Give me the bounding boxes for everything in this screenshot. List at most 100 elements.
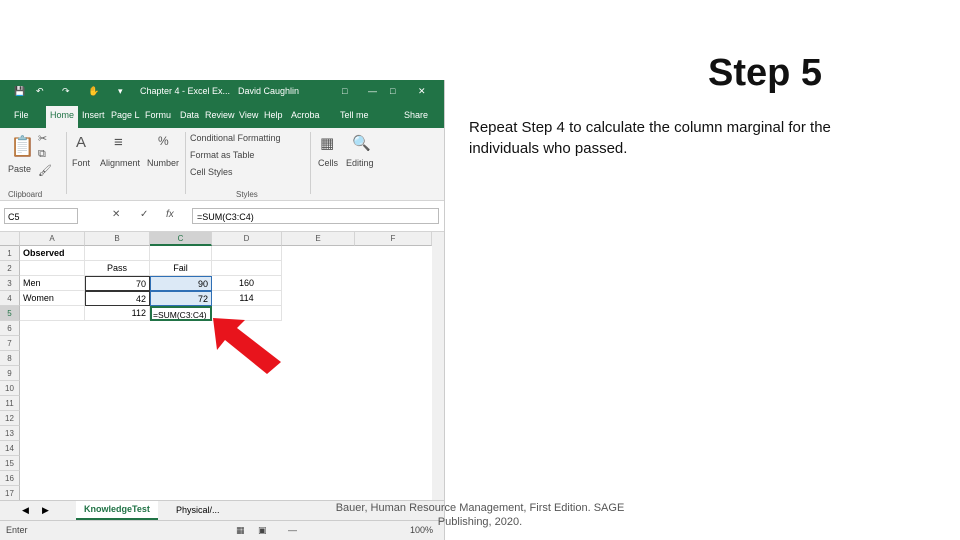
tab-help[interactable]: Help — [264, 110, 283, 120]
row-header[interactable]: 15 — [0, 456, 20, 471]
customize-quick-access-icon[interactable]: ▾ — [118, 86, 123, 97]
row-header[interactable]: 17 — [0, 486, 20, 501]
cell-c5-active[interactable]: =SUM(C3:C4) — [150, 306, 212, 321]
row-header[interactable]: 4 — [0, 291, 20, 306]
tab-data[interactable]: Data — [180, 110, 199, 120]
sheet-tab-knowledgetest[interactable]: KnowledgeTest — [76, 501, 158, 520]
font-button[interactable]: Font — [72, 158, 90, 168]
editing-button[interactable]: Editing — [346, 158, 374, 168]
alignment-icon[interactable]: ≡ — [114, 134, 123, 151]
formula-input[interactable]: =SUM(C3:C4) — [192, 208, 439, 224]
column-header-a[interactable]: A — [20, 232, 85, 246]
redo-icon[interactable]: ↷ — [62, 86, 70, 97]
sheet-tab-physical[interactable]: Physical/... — [176, 505, 220, 515]
tab-acrobat[interactable]: Acroba — [291, 110, 320, 120]
cells-icon[interactable]: ▦ — [320, 134, 334, 152]
cell-b3[interactable]: 70 — [85, 276, 150, 291]
column-header-c[interactable]: C — [150, 232, 212, 246]
column-header-b[interactable]: B — [85, 232, 150, 246]
column-header-d[interactable]: D — [212, 232, 282, 246]
cell-styles-button[interactable]: Cell Styles — [190, 167, 233, 177]
row-header[interactable]: 6 — [0, 321, 20, 336]
cell-d4[interactable]: 114 — [212, 291, 282, 306]
cells-button[interactable]: Cells — [318, 158, 338, 168]
row-header[interactable]: 7 — [0, 336, 20, 351]
cancel-icon[interactable]: ✕ — [112, 209, 120, 220]
font-color-icon[interactable]: A — [76, 134, 86, 151]
clipboard-group-label: Clipboard — [8, 190, 43, 199]
row-header[interactable]: 8 — [0, 351, 20, 366]
citation-line-2: Publishing, 2020. — [437, 516, 523, 528]
cell-a3[interactable]: Men — [20, 276, 85, 291]
cell-c4[interactable]: 72 — [150, 291, 212, 306]
status-mode: Enter — [6, 525, 28, 535]
row-header[interactable]: 11 — [0, 396, 20, 411]
save-icon[interactable]: 💾 — [14, 86, 25, 97]
tab-home[interactable]: Home — [46, 106, 79, 128]
cell-d3[interactable]: 160 — [212, 276, 282, 291]
normal-view-icon[interactable]: ▦ — [236, 525, 245, 536]
share-button[interactable]: Share — [404, 110, 428, 120]
minimize-icon[interactable]: — — [368, 86, 377, 96]
alignment-button[interactable]: Alignment — [100, 158, 140, 168]
cell-a2[interactable] — [20, 261, 85, 276]
row-header[interactable]: 10 — [0, 381, 20, 396]
column-header-f[interactable]: F — [355, 232, 432, 246]
tab-page-layout[interactable]: Page L — [111, 110, 140, 120]
cell-a5[interactable] — [20, 306, 85, 321]
editing-search-icon[interactable]: 🔍 — [352, 134, 371, 152]
cell-b1[interactable] — [85, 246, 150, 261]
number-button[interactable]: Number — [147, 158, 179, 168]
paste-icon[interactable]: 📋 — [10, 134, 35, 159]
undo-icon[interactable]: ↶ — [36, 86, 44, 97]
maximize-icon[interactable]: □ — [390, 86, 395, 96]
column-header-e[interactable]: E — [282, 232, 355, 246]
tell-me-search[interactable]: Tell me — [340, 110, 369, 120]
page-layout-view-icon[interactable]: ▣ — [258, 525, 267, 536]
cell-d2[interactable] — [212, 261, 282, 276]
row-header[interactable]: 5 — [0, 306, 20, 321]
row-header[interactable]: 12 — [0, 411, 20, 426]
cell-c3[interactable]: 90 — [150, 276, 212, 291]
cell-c2[interactable]: Fail — [150, 261, 212, 276]
cell-b2[interactable]: Pass — [85, 261, 150, 276]
name-box[interactable]: C5 — [4, 208, 78, 224]
copy-icon[interactable]: ⧉ — [38, 148, 46, 161]
tab-file[interactable]: File — [14, 110, 29, 120]
tab-view[interactable]: View — [239, 110, 258, 120]
ribbon-options-icon[interactable]: □ — [342, 86, 347, 96]
format-as-table-button[interactable]: Format as Table — [190, 150, 254, 160]
paste-button[interactable]: Paste — [8, 164, 31, 174]
scroll-sheets-right-icon[interactable]: ▶ — [42, 505, 49, 516]
format-painter-icon[interactable]: 🖌 — [38, 164, 52, 177]
zoom-out-icon[interactable]: — — [288, 525, 297, 535]
row-header[interactable]: 16 — [0, 471, 20, 486]
row-header[interactable]: 14 — [0, 441, 20, 456]
conditional-formatting-button[interactable]: Conditional Formatting — [190, 133, 281, 143]
row-header[interactable]: 2 — [0, 261, 20, 276]
tab-insert[interactable]: Insert — [82, 110, 105, 120]
row-header[interactable]: 1 — [0, 246, 20, 261]
cut-icon[interactable]: ✂ — [38, 132, 47, 145]
row-header[interactable]: 3 — [0, 276, 20, 291]
percent-icon[interactable]: % — [158, 134, 169, 148]
scroll-sheets-left-icon[interactable]: ◀ — [22, 505, 29, 516]
user-name[interactable]: David Caughlin — [238, 86, 299, 96]
tab-formulas[interactable]: Formu — [145, 110, 171, 120]
cell-d1[interactable] — [212, 246, 282, 261]
close-icon[interactable]: ✕ — [418, 86, 426, 97]
cell-c1[interactable] — [150, 246, 212, 261]
excel-titlebar: 💾 ↶ ↷ ✋ ▾ Chapter 4 - Excel Ex... David … — [0, 80, 444, 104]
enter-check-icon[interactable]: ✓ — [140, 209, 148, 220]
insert-function-icon[interactable]: fx — [166, 209, 174, 220]
cell-b4[interactable]: 42 — [85, 291, 150, 306]
touch-mode-icon[interactable]: ✋ — [88, 86, 99, 97]
vertical-scrollbar[interactable] — [432, 232, 444, 500]
select-all-corner[interactable] — [0, 232, 20, 246]
tab-review[interactable]: Review — [205, 110, 235, 120]
row-header[interactable]: 13 — [0, 426, 20, 441]
cell-b5[interactable]: 112 — [85, 306, 150, 321]
row-header[interactable]: 9 — [0, 366, 20, 381]
cell-a1[interactable]: Observed — [20, 246, 85, 261]
cell-a4[interactable]: Women — [20, 291, 85, 306]
